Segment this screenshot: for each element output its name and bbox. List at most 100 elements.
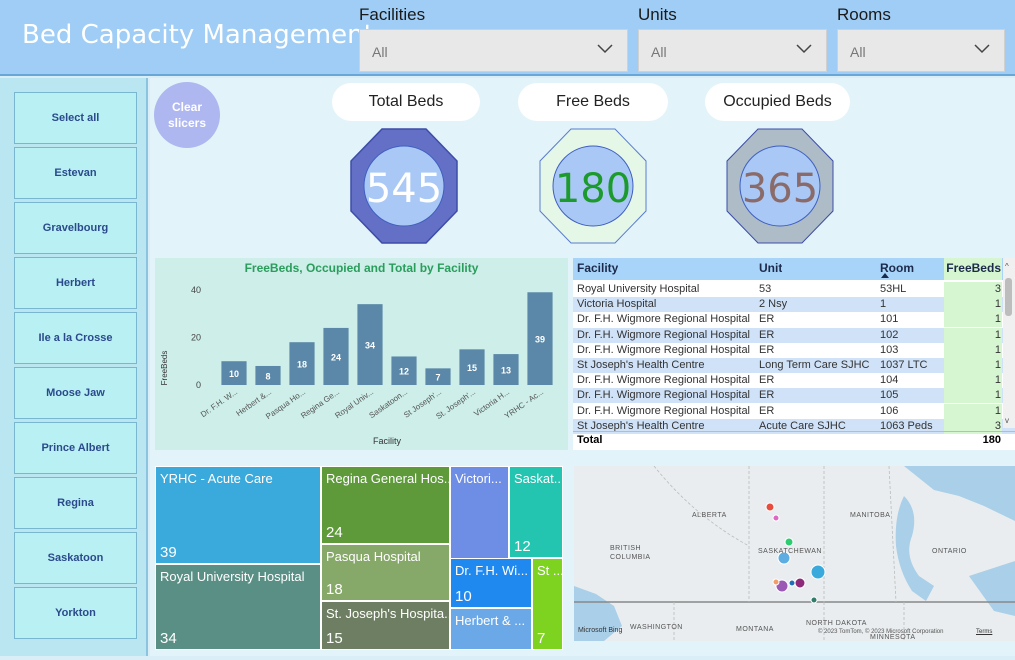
cell-facility: Dr. F.H. Wigmore Regional Hospital <box>577 328 751 341</box>
cell-unit: ER <box>759 328 775 341</box>
x-tick-label: Dr. F.H. W... <box>199 387 239 419</box>
cell-freebeds: 1 <box>994 374 1001 387</box>
cell-room: 106 <box>880 404 899 417</box>
treemap-tile-saskatoon[interactable]: Saskat... 12 <box>509 466 563 558</box>
cell-facility: Dr. F.H. Wigmore Regional Hospital <box>577 389 751 402</box>
units-slicer[interactable]: Units All <box>638 5 827 72</box>
rooms-dropdown-value: All <box>850 44 866 60</box>
facility-treemap: YRHC - Acute Care 39 Royal University Hosp… <box>155 466 563 650</box>
scrollbar-thumb[interactable] <box>1005 278 1012 316</box>
map-marker[interactable] <box>810 564 826 580</box>
rooms-dropdown[interactable]: All <box>837 29 1005 72</box>
facility-button-yorkton[interactable]: Yorkton <box>14 587 137 639</box>
cell-freebeds-bg: 1 <box>944 297 1002 313</box>
cell-freebeds: 3 <box>994 283 1001 295</box>
map-marker[interactable] <box>784 537 794 547</box>
table-row[interactable]: St Joseph's Health Centre Long Term Care … <box>573 358 1015 373</box>
chevron-down-icon[interactable] <box>597 44 613 54</box>
facility-button-regina[interactable]: Regina <box>14 477 137 529</box>
cell-unit: Long Term Care SJHC <box>759 359 870 371</box>
table-header: Facility Unit Room FreeBeds <box>573 258 1015 280</box>
cell-freebeds-bg: 3 <box>944 282 1002 297</box>
map-marker[interactable] <box>765 502 775 512</box>
map-marker[interactable] <box>810 596 818 604</box>
total-value: 180 <box>982 434 1001 446</box>
treemap-tile-value: 18 <box>326 581 343 598</box>
table-row[interactable]: Royal University Hospital 53 53HL 3 <box>573 282 1015 297</box>
facility-button-select-all[interactable]: Select all <box>14 92 137 144</box>
scroll-down-icon[interactable]: v <box>1005 416 1009 425</box>
facility-button-estevan[interactable]: Estevan <box>14 147 137 199</box>
facility-button-ile-a-la-crosse[interactable]: Ile a la Crosse <box>14 312 137 364</box>
treemap-tile-regina-general[interactable]: Regina General Hos... 24 <box>321 466 450 544</box>
table-row[interactable]: Dr. F.H. Wigmore Regional Hospital ER 104 1 <box>573 373 1015 389</box>
treemap-tile-pasqua-hospital[interactable]: Pasqua Hospital 18 <box>321 544 450 601</box>
freebeds-bar-chart: FreeBeds, Occupied and Total by Facility… <box>155 258 568 450</box>
map-marker[interactable] <box>772 514 780 522</box>
map-marker[interactable] <box>772 578 780 586</box>
y-tick-label: 40 <box>191 285 201 295</box>
facilities-slicer[interactable]: Facilities All <box>359 5 628 72</box>
bar-data-label: 10 <box>229 369 239 379</box>
facility-button-moose-jaw[interactable]: Moose Jaw <box>14 367 137 419</box>
map-marker[interactable] <box>788 579 796 587</box>
map-label-alberta: ALBERTA <box>692 512 727 519</box>
treemap-tile-yrhc-acute-care[interactable]: YRHC - Acute Care 39 <box>155 466 321 564</box>
cell-room: 105 <box>880 389 899 402</box>
table-row[interactable]: Dr. F.H. Wigmore Regional Hospital ER 105 1 <box>573 388 1015 404</box>
facility-button-herbert[interactable]: Herbert <box>14 257 137 309</box>
map-terms-link[interactable]: Terms <box>976 629 992 635</box>
units-slicer-label: Units <box>638 5 677 24</box>
col-header-freebeds[interactable]: FreeBeds <box>946 261 1001 275</box>
facility-button-gravelbourg[interactable]: Gravelbourg <box>14 202 137 254</box>
kpi-total-beds-value: 545 <box>366 166 442 212</box>
rooms-slicer[interactable]: Rooms All <box>837 5 1005 72</box>
treemap-tile-dr-fh-wigmore[interactable]: Dr. F.H. Wi... 10 <box>450 558 532 608</box>
table-scrollbar[interactable]: ^ v <box>1003 258 1015 428</box>
bar-data-label: 7 <box>435 373 440 383</box>
treemap-tile-label: Saskat... <box>514 471 563 486</box>
cell-room: 1063 Peds <box>880 419 933 432</box>
kpi-total-beds-card: 545 <box>350 128 458 244</box>
facilities-dropdown[interactable]: All <box>359 29 628 72</box>
kpi-free-beds-title: Free Beds <box>518 83 668 121</box>
bar-data-label: 34 <box>365 341 375 351</box>
cell-freebeds-bg: 1 <box>944 327 1002 343</box>
treemap-tile-label: Herbert & ... <box>455 613 526 628</box>
scroll-up-icon[interactable]: ^ <box>1005 262 1009 271</box>
units-dropdown[interactable]: All <box>638 29 827 72</box>
treemap-tile-value: 15 <box>326 630 343 647</box>
treemap-tile-herbert[interactable]: Herbert & ... <box>450 608 532 650</box>
map-label-british-columbia: BRITISH COLUMBIA <box>610 545 651 561</box>
cell-freebeds: 1 <box>994 343 1001 356</box>
map-label-minnesota: MINNESOTA <box>870 634 916 641</box>
treemap-tile-royal-university-hospital[interactable]: Royal University Hospital 34 <box>155 564 321 650</box>
cell-room: 103 <box>880 343 899 356</box>
table-row[interactable]: Dr. F.H. Wigmore Regional Hospital ER 101 1 <box>573 312 1015 328</box>
table-row[interactable]: Dr. F.H. Wigmore Regional Hospital ER 106 1 <box>573 403 1015 419</box>
facility-map[interactable]: ALBERTA MANITOBA BRITISH COLUMBIA SASKAT… <box>574 466 1015 641</box>
cell-unit: ER <box>759 374 775 387</box>
rooms-slicer-label: Rooms <box>837 5 891 24</box>
chevron-down-icon[interactable] <box>796 44 812 54</box>
treemap-tile-label: Regina General Hos... <box>326 471 450 486</box>
map-label-ontario: ONTARIO <box>932 548 967 555</box>
treemap-tile-st-josephs-hospital[interactable]: St. Joseph's Hospita... 15 <box>321 601 450 650</box>
col-header-facility[interactable]: Facility <box>577 261 618 275</box>
facility-button-prince-albert[interactable]: Prince Albert <box>14 422 137 474</box>
table-row[interactable]: Dr. F.H. Wigmore Regional Hospital ER 102 1 <box>573 327 1015 343</box>
cell-freebeds: 3 <box>994 419 1001 432</box>
treemap-tile-label: Pasqua Hospital <box>326 549 421 564</box>
map-marker[interactable] <box>794 577 806 589</box>
clear-slicers-button[interactable]: Clear slicers <box>154 82 220 148</box>
treemap-tile-st-josephs-health[interactable]: St ... 7 <box>532 558 563 650</box>
col-header-unit[interactable]: Unit <box>759 261 782 275</box>
kpi-free-beds-card: 180 <box>539 128 647 244</box>
chevron-down-icon[interactable] <box>974 44 990 54</box>
table-row[interactable]: Victoria Hospital 2 Nsy 1 1 <box>573 297 1015 313</box>
facility-button-saskatoon[interactable]: Saskatoon <box>14 532 137 584</box>
cell-unit: 2 Nsy <box>759 298 788 311</box>
treemap-tile-value: 39 <box>160 544 177 561</box>
table-row[interactable]: Dr. F.H. Wigmore Regional Hospital ER 103 1 <box>573 342 1015 358</box>
treemap-tile-label: YRHC - Acute Care <box>160 471 273 486</box>
